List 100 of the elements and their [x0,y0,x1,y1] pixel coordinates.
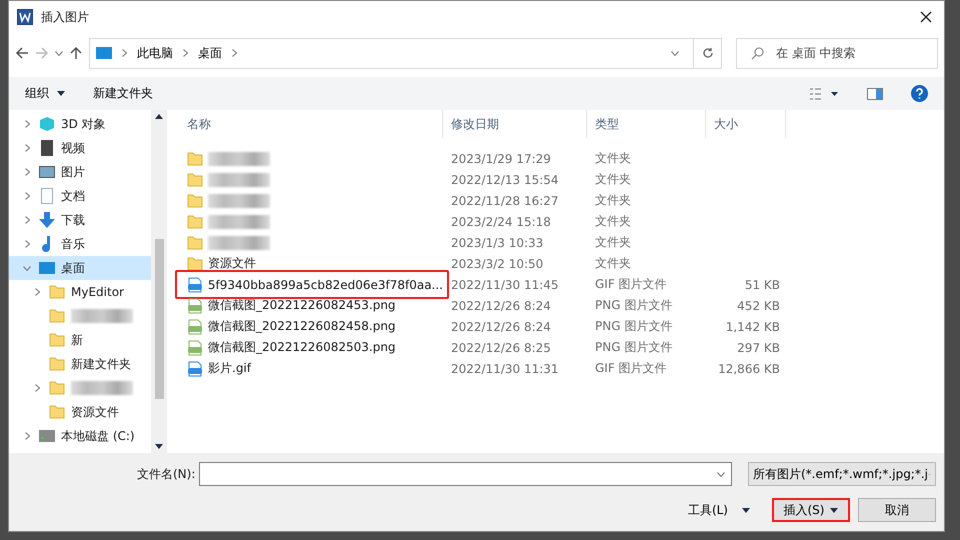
chevron-right-icon[interactable] [232,49,237,57]
chevron-right-icon[interactable] [24,192,30,200]
close-icon[interactable] [920,11,932,23]
chevron-right-icon[interactable] [183,49,188,57]
file-name[interactable]: 微信截图_20221226082458.png [208,318,396,335]
sidebar-item[interactable]: MyEditor [9,280,151,304]
sidebar-item[interactable]: 图片 [9,160,151,184]
sidebar-item[interactable]: 音乐 [9,232,151,256]
folder-icon [49,333,65,347]
date-cell-text: 2022/11/30 11:31 [450,362,560,376]
chevron-right-icon[interactable] [24,216,30,224]
word-app-icon [17,9,33,25]
date-cell-text: 2023/1/29 17:29 [450,152,552,166]
window-title: 插入图片 [41,8,90,26]
type-cell-text: PNG 图片文件 [594,339,674,356]
scrollbar[interactable] [151,110,167,453]
breadcrumb[interactable]: 此电脑 [137,44,173,62]
back-arrow-icon[interactable] [15,46,29,60]
date-cell-text: 2023/2/24 15:18 [450,214,552,228]
scrollbar-thumb[interactable] [154,239,164,399]
date-cell-text: 2022/12/26 8:24 [450,298,552,312]
sidebar-item[interactable]: 视频 [9,136,151,160]
address-bar[interactable]: 此电脑 桌面 [89,38,694,68]
file-name[interactable]: 5f9340bba899a5cb82ed06e3f78f0aa... [208,278,443,292]
type-cell-text: 文件夹 [594,192,632,209]
new-folder-button[interactable]: 新建文件夹 [93,85,153,102]
date-cell-text: 2022/11/28 16:27 [450,194,560,208]
sidebar-item[interactable]: 本地磁盘 (C:) [9,424,151,448]
folder-icon [187,152,203,166]
caret-down-icon[interactable] [155,444,163,449]
column-header[interactable]: 大小 [706,110,786,138]
blurred-label [71,381,133,395]
up-arrow-icon[interactable] [69,46,83,60]
size-cell-text: 452 KB [736,298,781,312]
sidebar-item[interactable]: 桌面 [9,256,151,280]
column-header[interactable]: 修改日期 [443,110,587,138]
folder-icon [49,357,65,371]
type-cell-text: 文件夹 [594,234,632,251]
sidebar-item[interactable]: 文档 [9,184,151,208]
sidebar-item[interactable]: 下载 [9,208,151,232]
refresh-icon[interactable] [702,47,714,59]
chevron-right-icon[interactable] [24,168,30,176]
caret-up-icon[interactable] [155,114,163,119]
size-cell-text: 297 KB [736,340,781,354]
recent-locations-chevron-icon[interactable] [55,50,63,56]
column-header[interactable]: 类型 [587,110,706,138]
insert-button[interactable]: 插入(S) [772,498,850,522]
caret-down-icon[interactable] [830,508,838,512]
folder-icon [49,405,65,419]
chevron-right-icon[interactable] [34,384,40,392]
refresh-button[interactable] [694,38,722,68]
caret-down-icon[interactable] [57,91,65,96]
column-header[interactable]: 名称 [179,110,443,138]
sidebar-item[interactable]: 新建文件夹 [9,352,151,376]
date-cell-text: 2022/12/26 8:24 [450,320,552,334]
organize-button[interactable]: 组织 [25,85,65,102]
file-name[interactable]: 资源文件 [208,255,256,272]
chevron-right-icon[interactable] [24,144,30,152]
desktop-icon [39,260,55,276]
sidebar-item[interactable]: 新 [9,328,151,352]
chevron-right-icon[interactable] [24,240,30,248]
chevron-right-icon[interactable] [24,432,30,440]
filename-field[interactable] [199,462,732,486]
view-list-icon[interactable] [809,88,839,100]
help-icon[interactable] [911,85,928,102]
sidebar-item[interactable]: 资源文件 [9,400,151,424]
folder-icon [187,236,203,250]
blurred-label [208,214,270,228]
type-cell-text: PNG 图片文件 [594,297,674,314]
chevron-down-icon[interactable] [717,472,725,476]
chevron-right-icon[interactable] [34,288,40,296]
file-name[interactable]: 影片.gif [208,360,251,377]
date-cell-text: 2023/3/2 10:50 [450,256,544,270]
tools-button[interactable]: 工具(L) [688,502,750,518]
chevron-right-icon[interactable] [24,120,30,128]
breadcrumb[interactable]: 桌面 [198,44,222,62]
preview-pane-icon[interactable] [867,88,883,100]
chevron-down-icon[interactable] [23,266,31,270]
file-name[interactable]: 微信截图_20221226082503.png [208,339,396,356]
download-arrow-icon [39,212,55,228]
cancel-button[interactable]: 取消 [858,498,936,522]
png-file-icon [187,318,203,334]
sidebar-item[interactable]: 3D 对象 [9,112,151,136]
cube-icon [39,116,55,132]
folder-icon [187,172,203,186]
chevron-down-icon[interactable] [671,50,679,56]
type-cell-text: 文件夹 [594,171,632,188]
caret-down-icon[interactable] [742,508,750,512]
desktop-icon [96,45,112,61]
size-cell-text: 12,866 KB [717,362,781,376]
date-cell-text: 2023/1/3 10:33 [450,236,544,250]
chevron-right-icon[interactable] [122,49,127,57]
blurred-label [208,152,270,166]
type-cell-text: 文件夹 [594,150,632,167]
file-name[interactable]: 微信截图_20221226082453.png [208,297,396,314]
date-cell-text: 2022/12/26 8:25 [450,340,552,354]
file-type-dropdown[interactable]: 所有图片(*.emf;*.wmf;*.jpg;*.j [748,462,936,486]
folder-icon [187,214,203,228]
search-field[interactable]: 在 桌面 中搜索 [736,38,938,68]
blurred-label [208,172,270,186]
